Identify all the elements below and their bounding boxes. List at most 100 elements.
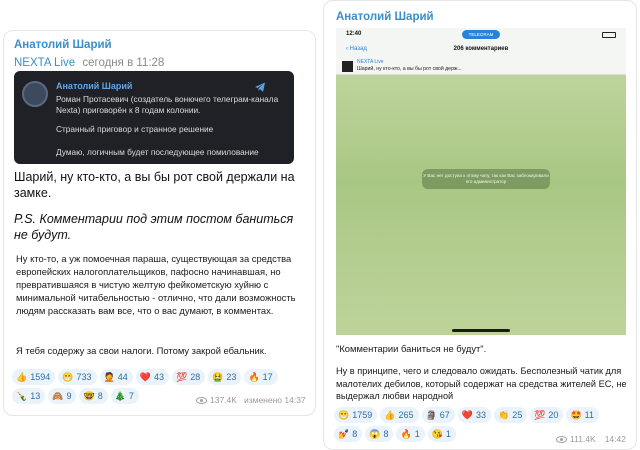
pinned-snippet: Шарий, ну кто-кто, а вы бы рот свой держ… (357, 66, 462, 72)
post-author[interactable]: Анатолий Шарий (14, 39, 112, 51)
reaction-emoji: 🔥 (400, 428, 412, 439)
post-quote-text: "Комментарии баниться не будут". (336, 343, 487, 354)
reaction-count: 20 (548, 410, 559, 420)
edited-time: изменено 14:37 (243, 395, 306, 405)
reaction-count: 1759 (352, 410, 373, 420)
reaction-emoji: 🤦 (103, 371, 115, 382)
reaction-count: 8 (352, 429, 358, 439)
reaction-count: 13 (30, 391, 41, 401)
phone-status-bar: 12:40 TELEGRAM (336, 28, 626, 42)
embed-author: Анатолий Шарий (56, 81, 133, 91)
post-comment-text: Ну в принципе, чего и следовало ожидать.… (336, 366, 627, 401)
reaction-chip[interactable]: ❤️ 33 (457, 407, 491, 423)
reaction-count: 1 (445, 429, 451, 439)
eye-icon (196, 396, 207, 404)
view-count: 137.4K (210, 395, 237, 405)
reaction-emoji: 🙈 (52, 390, 64, 401)
telegram-pill: TELEGRAM (462, 30, 500, 39)
reaction-chip[interactable]: 👍 1594 (12, 369, 56, 385)
reaction-count: 67 (439, 410, 450, 420)
reaction-count: 23 (226, 372, 237, 382)
reaction-count: 733 (76, 372, 92, 382)
reaction-count: 1594 (30, 372, 51, 382)
home-indicator (452, 329, 510, 332)
pinned-thumbnail (342, 61, 353, 72)
reaction-count: 17 (262, 372, 273, 382)
reaction-count: 43 (153, 372, 164, 382)
reaction-chip[interactable]: 😁 1759 (334, 407, 378, 423)
reaction-chip[interactable]: 🙈 9 (48, 388, 77, 404)
post-author[interactable]: Анатолий Шарий (336, 11, 434, 23)
avatar (22, 81, 48, 107)
no-access-notice: У Вас нет доступа к этому чату, так как … (422, 169, 550, 189)
reaction-emoji: 😁 (62, 371, 74, 382)
embed-text-line: Думаю, логичным будет последующее помило… (56, 147, 259, 157)
phone-screenshot[interactable]: 12:40 TELEGRAM ‹ Назад 206 комментариев … (336, 28, 626, 335)
post-ps-text: P.S. Комментарии под этим постом банитьс… (14, 212, 294, 242)
reaction-count: 8 (97, 391, 103, 401)
phone-time: 12:40 (346, 31, 362, 37)
battery-icon (602, 32, 616, 38)
post-main-text: Шарий, ну кто-кто, а вы бы рот свой держ… (14, 170, 295, 200)
reaction-emoji: 👍 (384, 409, 396, 420)
post-meta: 111.4K 14:42 (556, 434, 626, 444)
reaction-count: 265 (398, 410, 414, 420)
reaction-chip[interactable]: 😱 8 (365, 426, 394, 442)
reaction-emoji: 🤓 (83, 390, 95, 401)
reaction-chip[interactable]: 🤩 11 (566, 407, 599, 423)
right-post-bubble: Анатолий Шарий 12:40 TELEGRAM ‹ Назад 20… (323, 0, 637, 450)
reaction-chip[interactable]: 👍 265 (380, 407, 419, 423)
forwarded-time: сегодня в 11:28 (82, 57, 165, 69)
post-time: 14:42 (604, 434, 626, 444)
reaction-count: 8 (383, 429, 389, 439)
pinned-message: NEXTA Live Шарий, ну кто-кто, а вы бы ро… (336, 58, 626, 75)
reaction-emoji: ❤️ (139, 371, 151, 382)
reaction-chip[interactable]: 💯 20 (530, 407, 564, 423)
reaction-emoji: 🍾 (16, 390, 28, 401)
reaction-chip[interactable]: 🗿 67 (421, 407, 455, 423)
post-comment-text: Ну кто-то, а уж помоечная параша, сущест… (16, 253, 296, 316)
reaction-emoji: 💯 (534, 409, 546, 420)
reaction-emoji: 👍 (16, 371, 28, 382)
reaction-chip[interactable]: 🔥 1 (396, 426, 425, 442)
reaction-emoji: 👏 (497, 409, 510, 420)
reaction-chip[interactable]: ❤️ 43 (135, 369, 169, 385)
telegram-icon (255, 82, 265, 92)
reaction-emoji: 🎄 (114, 390, 126, 401)
reaction-chip[interactable]: 🍾 13 (12, 388, 46, 404)
embedded-screenshot[interactable]: Анатолий Шарий Роман Протасевич (создате… (14, 71, 294, 164)
reaction-count: 25 (512, 410, 523, 420)
eye-icon (556, 435, 567, 443)
forwarded-header[interactable]: NEXTA Live сегодня в 11:28 (14, 57, 164, 69)
reaction-count: 33 (475, 410, 486, 420)
reaction-emoji: 🗿 (425, 409, 437, 420)
reaction-emoji: 😁 (338, 409, 350, 420)
reaction-count: 44 (117, 372, 128, 382)
reaction-emoji: 🤩 (570, 409, 582, 420)
reaction-chip[interactable]: 🤓 8 (79, 388, 108, 404)
reaction-chip[interactable]: 🤮 23 (208, 369, 242, 385)
embed-text-line: Странный приговор и странное решение (56, 124, 214, 134)
post-comment-text: Я тебя содержу за свои налоги. Потому за… (16, 345, 267, 356)
reaction-count: 9 (66, 391, 72, 401)
reaction-chip[interactable]: 🔥 17 (244, 369, 278, 385)
reaction-count: 7 (128, 391, 134, 401)
pinned-channel: NEXTA Live (357, 59, 384, 65)
reaction-chip[interactable]: 😁 733 (58, 369, 97, 385)
forwarded-channel-name[interactable]: NEXTA Live (14, 57, 75, 69)
reaction-emoji: 🤮 (212, 371, 224, 382)
reaction-count: 11 (584, 410, 594, 420)
post-meta: 137.4K изменено 14:37 (196, 395, 306, 405)
reaction-chip[interactable]: 😘 1 (427, 426, 456, 442)
reaction-emoji: 💯 (175, 371, 188, 382)
reaction-chip[interactable]: 👏 25 (493, 407, 528, 423)
reaction-chip[interactable]: 💅 8 (334, 426, 363, 442)
reaction-chip[interactable]: 💯 28 (171, 369, 206, 385)
embed-text-line: Роман Протасевич (создатель вонючего тел… (56, 94, 279, 115)
reaction-emoji: 💅 (338, 428, 350, 439)
reaction-chip[interactable]: 🤦 44 (99, 369, 133, 385)
left-post-bubble: Анатолий Шарий NEXTA Live сегодня в 11:2… (3, 30, 316, 416)
reaction-emoji: 😘 (431, 428, 443, 439)
reaction-chip[interactable]: 🎄 7 (110, 388, 139, 404)
reaction-emoji: ❤️ (461, 409, 473, 420)
